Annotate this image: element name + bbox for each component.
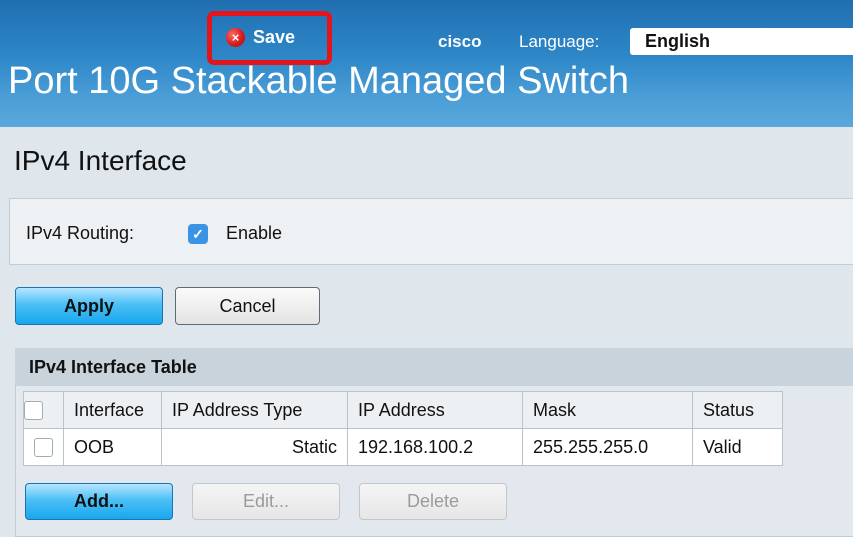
cell-mask: 255.255.255.0: [522, 428, 693, 466]
cell-interface: OOB: [63, 428, 162, 466]
column-header-status[interactable]: Status: [692, 391, 783, 429]
column-header-mask[interactable]: Mask: [522, 391, 693, 429]
select-all-checkbox[interactable]: [24, 401, 43, 421]
ipv4-interface-table: Interface IP Address Type IP Address Mas…: [23, 391, 783, 466]
delete-button[interactable]: Delete: [359, 483, 507, 520]
header-banner: × Save cisco Language: English Port 10G …: [0, 0, 853, 127]
column-header-ip-address-type[interactable]: IP Address Type: [161, 391, 348, 429]
table-caption: IPv4 Interface Table: [15, 348, 853, 386]
product-title: Port 10G Stackable Managed Switch: [8, 60, 630, 102]
table-header-row: Interface IP Address Type IP Address Mas…: [23, 391, 783, 429]
add-button[interactable]: Add...: [25, 483, 173, 520]
table-row[interactable]: OOB Static 192.168.100.2 255.255.255.0 V…: [23, 428, 783, 466]
routing-panel: [9, 198, 853, 265]
cisco-logo: cisco: [438, 32, 482, 51]
cell-ip-address: 192.168.100.2: [347, 428, 523, 466]
checkmark-icon: ✓: [192, 226, 204, 242]
cell-ip-address-type: Static: [161, 428, 348, 466]
ipv4-routing-enable-checkbox[interactable]: ✓: [188, 224, 208, 244]
edit-button[interactable]: Edit...: [192, 483, 340, 520]
save-button[interactable]: × Save: [226, 24, 295, 50]
select-all-cell: [23, 391, 64, 429]
row-select-checkbox[interactable]: [34, 438, 53, 458]
language-select[interactable]: English: [630, 28, 853, 55]
save-label: Save: [253, 26, 296, 47]
ipv4-routing-label: IPv4 Routing:: [26, 223, 135, 243]
close-circle-icon: ×: [226, 27, 245, 47]
cancel-button[interactable]: Cancel: [175, 287, 320, 325]
column-header-ip-address[interactable]: IP Address: [347, 391, 523, 429]
language-label: Language:: [519, 32, 600, 51]
enable-label: Enable: [226, 223, 283, 243]
cell-status: Valid: [692, 428, 783, 466]
page-title: IPv4 Interface: [14, 145, 187, 176]
row-select-cell: [23, 428, 64, 466]
column-header-interface[interactable]: Interface: [63, 391, 162, 429]
apply-button[interactable]: Apply: [15, 287, 163, 325]
